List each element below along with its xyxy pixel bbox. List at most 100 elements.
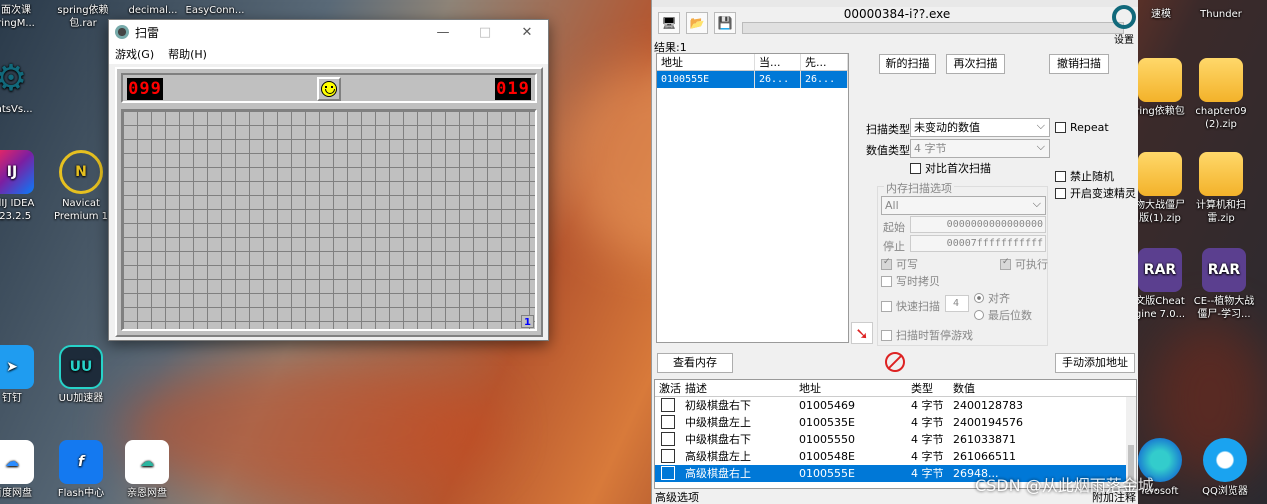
reset-face-button[interactable] — [317, 77, 341, 101]
desktop-icon-flash[interactable]: f Flash中心 — [46, 440, 116, 500]
desktop-icon-rar[interactable]: RAR 文版Cheat gine 7.0... — [1130, 248, 1190, 321]
scan-type-label: 扫描类型 — [866, 123, 910, 136]
desktop-icon[interactable]: decimal... — [120, 4, 186, 17]
writable-checkbox[interactable]: 可写 — [881, 256, 918, 272]
memory-options-title: 内存扫描选项 — [884, 180, 954, 196]
menu-game[interactable]: 游戏(G) — [115, 46, 154, 62]
process-title: 00000384-i??.exe — [843, 7, 951, 21]
radio-dot — [974, 293, 984, 303]
type-cell: 4 字节 — [911, 416, 944, 429]
last-digits-radio[interactable]: 最后位数 — [974, 307, 1032, 323]
radio-dot — [974, 310, 984, 320]
desktop-icon-zip[interactable]: 物大战僵尸 版(1).zip — [1130, 152, 1190, 225]
value-cell: 261066511 — [953, 450, 1016, 463]
fast-scan-checkbox[interactable]: 快速扫描 — [881, 298, 940, 314]
baidu-netdisk-icon: ☁ — [0, 440, 34, 484]
qq-browser-icon — [1203, 438, 1247, 482]
checkbox-label: 禁止随机 — [1070, 170, 1114, 183]
advanced-options-link[interactable]: 高级选项 — [655, 489, 699, 504]
value-type-select[interactable]: 4 字节 — [910, 138, 1050, 158]
close-button[interactable]: ✕ — [506, 25, 548, 40]
executable-checkbox[interactable]: 可执行 — [1000, 256, 1048, 272]
smiley-face-icon — [321, 81, 337, 97]
desktop-icon-uu[interactable]: UU UU加速器 — [46, 345, 116, 405]
start-address-field[interactable]: 0000000000000000 — [910, 216, 1046, 233]
desktop-icon-dingtalk[interactable]: ➤ 钉钉 — [0, 345, 42, 405]
result-row[interactable]: 0100555E 26... 26... — [657, 71, 848, 88]
align-radio[interactable]: 对齐 — [974, 290, 1010, 306]
desktop-icon-antsvs[interactable]: ⚙ antsVs... — [0, 56, 40, 116]
desktop-icon-cloud[interactable]: ☁ 亲恩网盘 — [112, 440, 182, 500]
active-checkbox[interactable] — [661, 415, 675, 429]
view-memory-button[interactable]: 查看内存 — [657, 353, 733, 373]
desktop-icon[interactable]: 速模 — [1134, 8, 1188, 21]
menu-help[interactable]: 帮助(H) — [168, 46, 207, 62]
maximize-button[interactable]: □ — [464, 25, 506, 40]
col-address[interactable]: 地址 — [657, 54, 755, 70]
table-row[interactable]: 高级棋盘左上 0100548E 4 字节 261066511 — [655, 448, 1136, 465]
col-address[interactable]: 地址 — [795, 380, 907, 396]
table-row[interactable]: 初级棋盘右下 01005469 4 字节 2400128783 — [655, 397, 1136, 414]
compare-first-checkbox[interactable]: 对比首次扫描 — [910, 160, 991, 176]
minesweeper-titlebar[interactable]: 扫雷 — □ ✕ — [109, 20, 548, 44]
save-button[interactable]: 💾 — [714, 12, 736, 34]
active-checkbox[interactable] — [661, 449, 675, 463]
active-cell — [655, 431, 681, 448]
open-process-button[interactable]: 🖥 — [658, 12, 680, 34]
table-row[interactable]: 中级棋盘右下 01005550 4 字节 261033871 — [655, 431, 1136, 448]
col-current[interactable]: 当... — [755, 54, 801, 70]
col-value[interactable]: 数值 — [949, 380, 1099, 396]
pause-game-checkbox[interactable]: 扫描时暂停游戏 — [881, 327, 973, 343]
dingtalk-icon: ➤ — [0, 345, 34, 389]
value-type-label: 数值类型 — [866, 144, 910, 157]
scan-type-select[interactable]: 未变动的数值 — [910, 117, 1050, 137]
desktop-icon[interactable]: EasyConn... — [182, 4, 248, 17]
minimize-button[interactable]: — — [422, 25, 464, 40]
col-previous[interactable]: 先... — [801, 54, 848, 70]
new-scan-button[interactable]: 新的扫描 — [879, 54, 936, 74]
repeat-checkbox[interactable]: Repeat — [1055, 121, 1109, 134]
add-address-manually-button[interactable]: 手动添加地址 — [1055, 353, 1135, 373]
open-file-button[interactable]: 📂 — [686, 12, 708, 34]
desktop-icon-thunder[interactable]: Thunder — [1186, 8, 1256, 21]
col-type[interactable]: 类型 — [907, 380, 949, 396]
type-cell: 4 字节 — [911, 467, 944, 480]
disable-random-checkbox[interactable]: 禁止随机 — [1055, 168, 1114, 184]
desktop-icon-baidu[interactable]: ☁ 百度网盘 — [0, 440, 42, 500]
minesweeper-window[interactable]: 扫雷 — □ ✕ 游戏(G) 帮助(H) 099 019 1 — [108, 19, 549, 341]
desktop-icon-qqbrowser[interactable]: QQ浏览器 — [1192, 438, 1258, 498]
next-scan-button[interactable]: 再次扫描 — [946, 54, 1005, 74]
desktop-icon-zip[interactable]: chapter09 (2).zip — [1186, 58, 1256, 131]
stop-icon[interactable] — [885, 352, 905, 372]
add-to-list-arrow-button[interactable]: ➘ — [851, 322, 873, 344]
speedhack-checkbox[interactable]: 开启变速精灵 — [1055, 185, 1136, 201]
rar-icon: RAR — [1202, 248, 1246, 292]
desktop-icon[interactable]: spring依赖 包.rar — [50, 4, 116, 30]
active-checkbox[interactable] — [661, 466, 675, 480]
cheat-engine-window[interactable]: 🖥 📂 💾 00000384-i??.exe 设置 结果:1 地址 当... 先… — [651, 0, 1138, 504]
mine-grid[interactable]: 1 — [121, 109, 537, 331]
table-row[interactable]: 中级棋盘左上 0100535E 4 字节 2400194576 — [655, 414, 1136, 431]
active-checkbox[interactable] — [661, 398, 675, 412]
col-active[interactable]: 激活 — [655, 380, 681, 396]
desktop-icon-rar[interactable]: RAR CE--植物大战 僵尸-学习... — [1186, 248, 1262, 321]
scan-results-list[interactable]: 地址 当... 先... 0100555E 26... 26... — [656, 53, 849, 343]
desktop-icon-zip[interactable]: 计算机和扫 雷.zip — [1186, 152, 1256, 225]
checkbox-box — [1055, 170, 1066, 182]
copy-on-write-checkbox[interactable]: 写时拷贝 — [881, 273, 940, 289]
settings-button[interactable]: 设置 — [1110, 5, 1138, 55]
checkbox-label: Repeat — [1070, 121, 1109, 134]
col-description[interactable]: 描述 — [681, 380, 795, 396]
timer: 019 — [495, 78, 531, 100]
stop-address-field[interactable]: 00007fffffffffff — [910, 235, 1046, 252]
desktop-icon-navicat[interactable]: N Navicat Premium 1 — [46, 150, 116, 223]
fast-scan-input[interactable]: 4 — [945, 295, 969, 312]
desktop-icon-folder[interactable]: ring依赖包 — [1130, 58, 1190, 118]
zip-folder-icon — [1199, 58, 1243, 102]
memory-region-select[interactable]: All — [881, 195, 1046, 215]
desktop-icon-intellij[interactable]: IJ ellIJ IDEA 023.2.5 — [0, 150, 42, 223]
undo-scan-button[interactable]: 撤销扫描 — [1049, 54, 1109, 74]
type-cell: 4 字节 — [911, 450, 944, 463]
desktop-icon[interactable]: 面次课 ringM... — [0, 4, 46, 30]
active-checkbox[interactable] — [661, 432, 675, 446]
